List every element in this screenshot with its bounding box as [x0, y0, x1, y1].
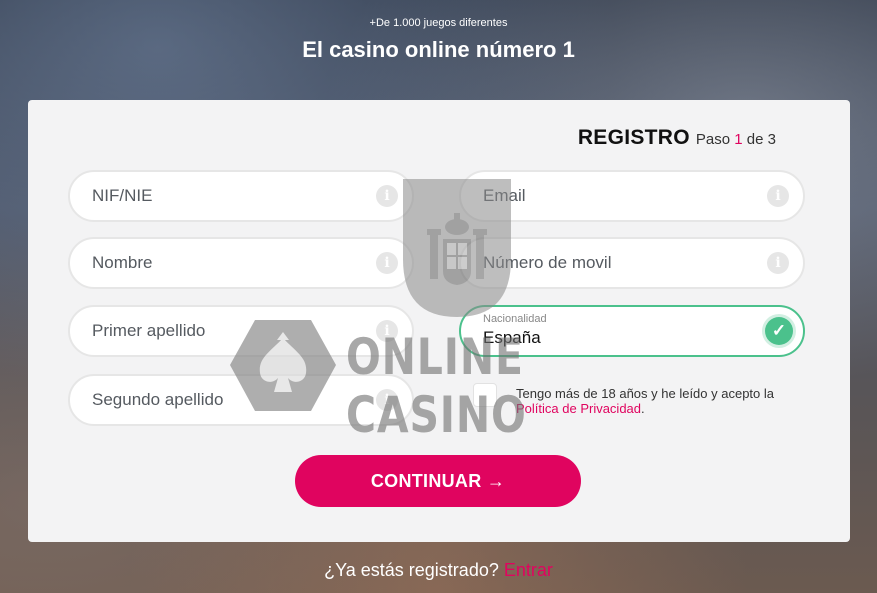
- nombre-field[interactable]: Nombre i: [68, 237, 414, 289]
- step-indicator: Paso 1 de 3: [696, 131, 776, 148]
- continue-label: CONTINUAR →: [370, 470, 506, 491]
- continue-button[interactable]: CONTINUAR →: [295, 455, 581, 507]
- login-question: ¿Ya estás registrado?: [324, 560, 499, 580]
- step-prefix: Paso: [695, 131, 731, 148]
- watermark-logo: ONLINE CASINO: [228, 318, 668, 444]
- coat-of-arms-icon: [403, 179, 511, 317]
- info-icon[interactable]: i: [376, 252, 398, 274]
- step-total: de 3: [746, 131, 776, 148]
- page-subtitle: +De 1.000 juegos diferentes: [369, 17, 508, 29]
- nif-field[interactable]: NIF/NIE i: [68, 170, 414, 222]
- login-prompt: ¿Ya estás registrado? Entrar: [0, 560, 877, 581]
- spade-logo-icon: [230, 320, 336, 411]
- login-link[interactable]: Entrar: [504, 560, 553, 580]
- nif-placeholder: NIF/NIE: [92, 186, 153, 205]
- nombre-placeholder: Nombre: [92, 253, 153, 272]
- info-icon[interactable]: i: [767, 185, 789, 207]
- step-current: 1: [734, 131, 743, 148]
- watermark-text: ONLINE CASINO: [346, 328, 527, 444]
- check-icon: ✓: [765, 317, 793, 345]
- registration-title: REGISTRO: [577, 126, 690, 149]
- primer-apellido-placeholder: Primer apellido: [92, 321, 206, 340]
- page-title: El casino online número 1: [302, 37, 575, 62]
- info-icon[interactable]: i: [767, 252, 789, 274]
- segundo-apellido-placeholder: Segundo apellido: [92, 390, 224, 409]
- info-icon[interactable]: i: [376, 185, 398, 207]
- registration-header: REGISTRO Paso 1 de 3: [578, 126, 776, 150]
